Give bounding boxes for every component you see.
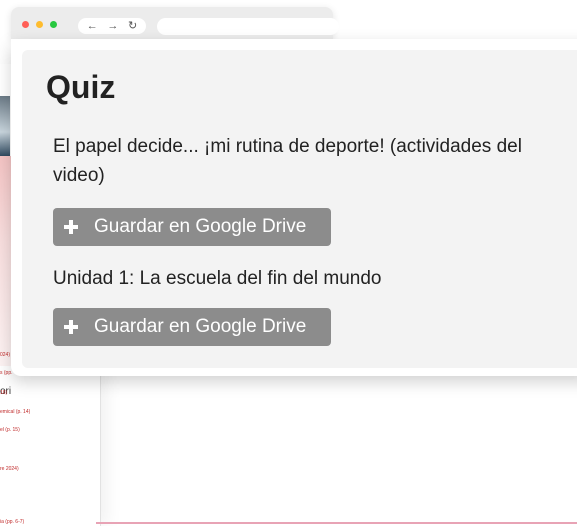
navigation-controls: ← → ↻ xyxy=(78,18,146,34)
background-link[interactable]: re 2024) xyxy=(0,466,19,472)
background-link[interactable]: 024) xyxy=(0,352,10,358)
plus-icon xyxy=(64,320,78,334)
quiz-item-title: El papel decide... ¡mi rutina de deporte… xyxy=(53,136,522,186)
close-window-icon[interactable] xyxy=(22,21,29,28)
background-thumbnail xyxy=(0,96,10,156)
background-link[interactable]: el (p. 15) xyxy=(0,427,20,433)
reload-icon[interactable]: ↻ xyxy=(128,18,137,34)
browser-toolbar: ← → ↻ xyxy=(11,7,339,39)
background-link[interactable]: ia (pp. 6-7) xyxy=(0,519,24,525)
background-link[interactable]: 16) xyxy=(0,390,7,396)
save-to-google-drive-button[interactable]: Guardar en Google Drive xyxy=(53,308,331,346)
address-bar[interactable] xyxy=(157,18,339,35)
background-link[interactable]: s (pp. xyxy=(0,370,13,376)
button-label: Guardar en Google Drive xyxy=(94,316,307,337)
quiz-panel: Quiz El papel decide... ¡mi rutina de de… xyxy=(22,50,577,368)
page-title: Quiz xyxy=(46,69,116,105)
forward-arrow-icon[interactable]: → xyxy=(107,18,118,34)
button-label: Guardar en Google Drive xyxy=(94,216,307,237)
plus-icon xyxy=(64,220,78,234)
quiz-item-title: Unidad 1: La escuela del fin del mundo xyxy=(53,268,382,289)
save-to-google-drive-button[interactable]: Guardar en Google Drive xyxy=(53,208,331,246)
back-arrow-icon[interactable]: ← xyxy=(87,18,98,34)
minimize-window-icon[interactable] xyxy=(36,21,43,28)
quiz-window: Quiz El papel decide... ¡mi rutina de de… xyxy=(11,39,577,376)
background-link[interactable]: emical (p. 14) xyxy=(0,409,30,415)
maximize-window-icon[interactable] xyxy=(50,21,57,28)
background-accent-line xyxy=(96,522,577,524)
